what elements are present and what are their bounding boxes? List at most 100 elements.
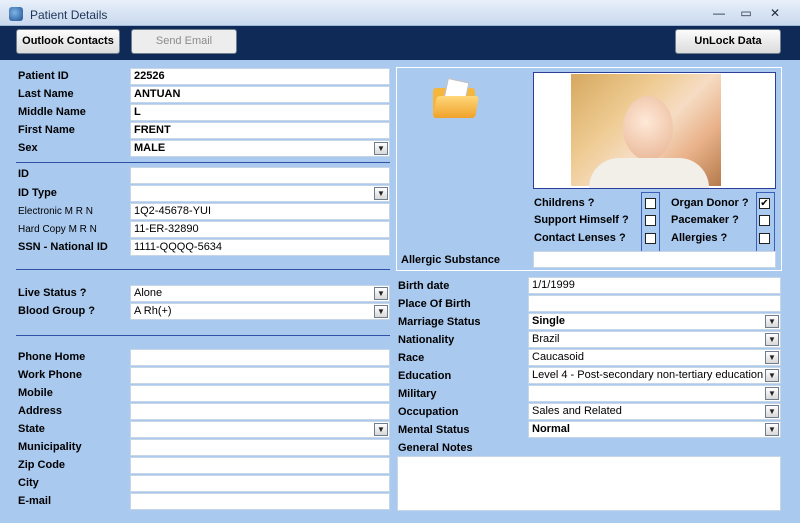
last-name-field[interactable]: ANTUAN — [130, 86, 390, 103]
pacemaker-label: Pacemaker ? — [671, 214, 739, 226]
separator — [16, 269, 390, 270]
race-label: Race — [398, 352, 425, 364]
patient-photo — [571, 74, 721, 188]
electronic-mrn-label: Electronic M R N — [18, 206, 94, 217]
title-bar: Patient Details — ▭ ✕ — [0, 0, 800, 26]
blood-group-value: A Rh(+) — [134, 305, 172, 317]
chevron-down-icon[interactable]: ▼ — [765, 387, 779, 400]
allergic-substance-label: Allergic Substance — [401, 254, 501, 266]
sex-value: MALE — [134, 142, 166, 154]
live-status-select[interactable]: Alone ▼ — [130, 285, 390, 302]
military-select[interactable]: ▼ — [528, 385, 781, 402]
address-field[interactable] — [130, 403, 390, 420]
chevron-down-icon[interactable]: ▼ — [765, 351, 779, 364]
chevron-down-icon[interactable]: ▼ — [765, 405, 779, 418]
toolbar: Outlook Contacts Send Email UnLock Data — [0, 26, 800, 60]
id-field[interactable] — [130, 167, 390, 184]
education-label: Education — [398, 370, 452, 382]
marriage-status-select[interactable]: Single ▼ — [528, 313, 781, 330]
chevron-down-icon[interactable]: ▼ — [765, 369, 779, 382]
chevron-down-icon[interactable]: ▼ — [765, 315, 779, 328]
sex-select[interactable]: MALE ▼ — [130, 140, 390, 157]
chevron-down-icon[interactable]: ▼ — [374, 187, 388, 200]
hard-copy-mrn-field[interactable]: 11-ER-32890 — [130, 221, 390, 238]
occupation-select[interactable]: Sales and Related ▼ — [528, 403, 781, 420]
pacemaker-checkbox[interactable] — [759, 215, 770, 226]
state-select[interactable]: ▼ — [130, 421, 390, 438]
separator — [16, 335, 390, 336]
nationality-select[interactable]: Brazil ▼ — [528, 331, 781, 348]
first-name-field[interactable]: FRENT — [130, 122, 390, 139]
contact-lenses-label: Contact Lenses ? — [534, 232, 626, 244]
first-name-label: First Name — [18, 124, 75, 136]
chevron-down-icon[interactable]: ▼ — [765, 423, 779, 436]
general-notes-textarea[interactable] — [397, 456, 781, 511]
patient-id-field[interactable]: 22526 — [130, 68, 390, 85]
zip-code-field[interactable] — [130, 457, 390, 474]
id-label: ID — [18, 168, 29, 180]
city-field[interactable] — [130, 475, 390, 492]
occupation-value: Sales and Related — [532, 405, 622, 417]
municipality-field[interactable] — [130, 439, 390, 456]
contact-lenses-checkbox[interactable] — [645, 233, 656, 244]
chevron-down-icon[interactable]: ▼ — [374, 287, 388, 300]
childrens-label: Childrens ? — [534, 197, 595, 209]
live-status-value: Alone — [134, 287, 163, 299]
blood-group-label: Blood Group ? — [18, 305, 95, 317]
minimize-button[interactable]: — — [710, 5, 728, 21]
electronic-mrn-field[interactable]: 1Q2-45678-YUI — [130, 203, 390, 220]
mental-status-label: Mental Status — [398, 424, 470, 436]
allergies-label: Allergies ? — [671, 232, 728, 244]
outlook-contacts-button[interactable]: Outlook Contacts — [16, 29, 120, 54]
city-label: City — [18, 477, 39, 489]
ssn-label: SSN - National ID — [18, 241, 108, 253]
phone-home-field[interactable] — [130, 349, 390, 366]
race-value: Caucasoid — [532, 351, 584, 363]
marriage-status-value: Single — [532, 315, 566, 327]
support-himself-label: Support Himself ? — [534, 214, 629, 226]
occupation-label: Occupation — [398, 406, 459, 418]
blood-group-select[interactable]: A Rh(+) ▼ — [130, 303, 390, 320]
childrens-checkbox[interactable] — [645, 198, 656, 209]
mobile-field[interactable] — [130, 385, 390, 402]
organ-donor-checkbox[interactable]: ✔ — [759, 198, 770, 209]
chevron-down-icon[interactable]: ▼ — [374, 423, 388, 436]
mental-status-value: Normal — [532, 423, 570, 435]
race-select[interactable]: Caucasoid ▼ — [528, 349, 781, 366]
maximize-button[interactable]: ▭ — [737, 5, 755, 21]
education-select[interactable]: Level 4 - Post-secondary non-tertiary ed… — [528, 367, 781, 384]
allergic-substance-field[interactable] — [533, 251, 776, 268]
organ-donor-label: Organ Donor ? — [671, 197, 749, 209]
mental-status-select[interactable]: Normal ▼ — [528, 421, 781, 438]
send-email-button[interactable]: Send Email — [131, 29, 237, 54]
middle-name-label: Middle Name — [18, 106, 86, 118]
phone-home-label: Phone Home — [18, 351, 86, 363]
email-field[interactable] — [130, 493, 390, 510]
id-type-select[interactable]: ▼ — [130, 185, 390, 202]
state-label: State — [18, 423, 45, 435]
close-button[interactable]: ✕ — [766, 5, 784, 21]
nationality-value: Brazil — [532, 333, 560, 345]
support-himself-checkbox[interactable] — [645, 215, 656, 226]
zip-code-label: Zip Code — [18, 459, 66, 471]
patient-photo-frame[interactable] — [533, 72, 776, 189]
window-title: Patient Details — [30, 8, 108, 22]
address-label: Address — [18, 405, 63, 417]
allergies-checkbox[interactable] — [759, 233, 770, 244]
mobile-label: Mobile — [18, 387, 53, 399]
place-of-birth-field[interactable] — [528, 295, 781, 312]
ssn-field[interactable]: 1111-QQQQ-5634 — [130, 239, 390, 256]
birth-date-field[interactable]: 1/1/1999 — [528, 277, 781, 294]
chevron-down-icon[interactable]: ▼ — [374, 305, 388, 318]
id-type-label: ID Type — [18, 187, 57, 199]
folder-icon[interactable] — [433, 77, 479, 120]
chevron-down-icon[interactable]: ▼ — [374, 142, 388, 155]
last-name-label: Last Name — [18, 88, 74, 100]
unlock-data-button[interactable]: UnLock Data — [675, 29, 781, 54]
chevron-down-icon[interactable]: ▼ — [765, 333, 779, 346]
live-status-label: Live Status ? — [18, 287, 87, 299]
general-notes-label: General Notes — [398, 442, 473, 454]
work-phone-field[interactable] — [130, 367, 390, 384]
middle-name-field[interactable]: L — [130, 104, 390, 121]
municipality-label: Municipality — [18, 441, 82, 453]
